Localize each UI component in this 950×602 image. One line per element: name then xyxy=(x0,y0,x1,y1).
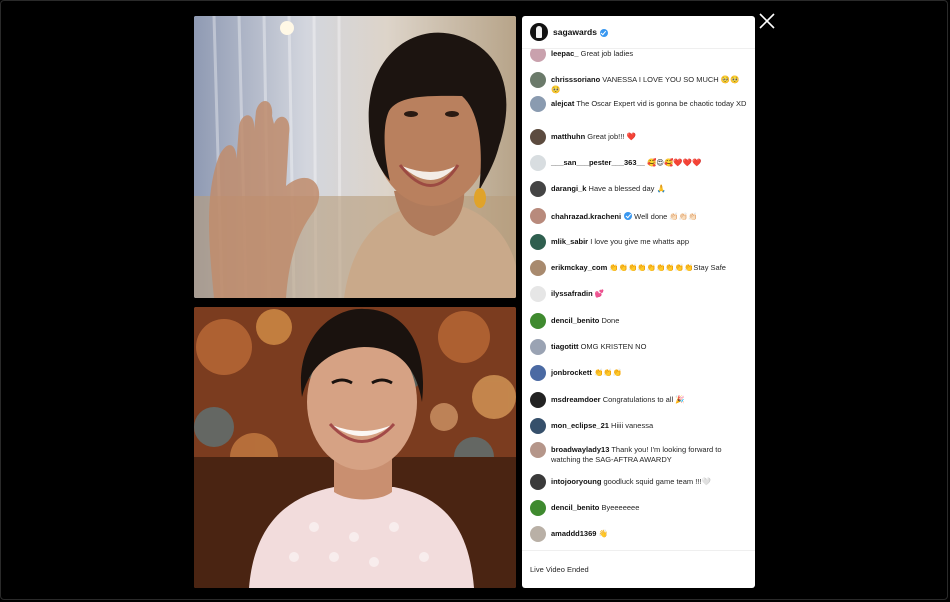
comment-text: 👏👏👏 xyxy=(593,368,622,377)
host-username[interactable]: sagawards xyxy=(553,27,597,37)
verified-badge-icon xyxy=(624,212,633,220)
comment-avatar[interactable] xyxy=(530,474,546,490)
comment-avatar[interactable] xyxy=(530,234,546,250)
comment-username[interactable]: matthuhn xyxy=(551,132,585,141)
comments-list[interactable]: leepac_ Great job ladies chrisssoriano V… xyxy=(522,49,755,551)
comment-avatar[interactable] xyxy=(530,181,546,197)
comment-username[interactable]: mlik_sabir xyxy=(551,237,588,246)
comment-username[interactable]: jonbrockett xyxy=(551,368,592,377)
comment-text: Great job!!! ❤️ xyxy=(587,132,636,141)
comment-text: Have a blessed day 🙏 xyxy=(588,184,666,193)
comment-username[interactable]: msdreamdoer xyxy=(551,395,601,404)
comment-avatar[interactable] xyxy=(530,365,546,381)
comment-item: leepac_ Great job ladies xyxy=(530,49,747,62)
comment-avatar[interactable] xyxy=(530,286,546,302)
comment-text: 🥰😍🥰❤️❤️❤️ xyxy=(646,158,702,167)
comment-avatar[interactable] xyxy=(530,339,546,355)
comment-username[interactable]: tiagotitt xyxy=(551,342,579,351)
comment-username[interactable]: intojooryoung xyxy=(551,477,601,486)
comment-avatar[interactable] xyxy=(530,500,546,516)
comment-item: jonbrockett 👏👏👏 xyxy=(530,365,747,381)
comment-username[interactable]: darangi_k xyxy=(551,184,586,193)
comment-username[interactable]: amaddd1369 xyxy=(551,529,596,538)
comment-item: mlik_sabir I love you give me whatts app xyxy=(530,234,747,250)
comment-avatar[interactable] xyxy=(530,392,546,408)
comment-username[interactable]: broadwaylady13 xyxy=(551,445,609,454)
comment-avatar[interactable] xyxy=(530,418,546,434)
comment-item: matthuhn Great job!!! ❤️ xyxy=(530,129,747,145)
comment-item: msdreamdoer Congratulations to all 🎉 xyxy=(530,392,747,408)
comment-avatar[interactable] xyxy=(530,96,546,112)
host-avatar[interactable] xyxy=(530,23,548,41)
live-status-footer: Live Video Ended xyxy=(522,550,755,588)
comment-username[interactable]: alejcat xyxy=(551,99,574,108)
comment-item: tiagotitt OMG KRISTEN NO xyxy=(530,339,747,355)
comment-text: Hiiii vanessa xyxy=(611,421,654,430)
comment-username[interactable]: ilyssafradin xyxy=(551,289,593,298)
comment-avatar[interactable] xyxy=(530,155,546,171)
comment-avatar[interactable] xyxy=(530,49,546,62)
comment-text: Done xyxy=(601,316,620,325)
video-feed-bottom xyxy=(194,307,516,588)
comment-text: I love you give me whatts app xyxy=(590,237,690,246)
comment-text: 👏👏👏👏👏👏👏👏👏Stay Safe xyxy=(609,263,726,272)
comment-avatar[interactable] xyxy=(530,442,546,458)
close-icon[interactable] xyxy=(758,12,776,30)
comment-username[interactable]: leepac_ xyxy=(551,49,579,58)
comment-item: ___san___pester___363__ 🥰😍🥰❤️❤️❤️ xyxy=(530,155,747,171)
video-feed-top xyxy=(194,16,516,298)
comment-text: 👋 xyxy=(598,529,608,538)
video-image-bottom xyxy=(194,307,516,588)
comment-text: Well done 👏🏻👏🏻👏🏻 xyxy=(634,212,698,221)
comment-item: dencil_benito Byeeeeeee xyxy=(530,500,747,516)
comment-text: Congratulations to all 🎉 xyxy=(602,395,685,404)
comment-username[interactable]: chahrazad.kracheni xyxy=(551,212,621,221)
comment-item: dencil_benito Done xyxy=(530,313,747,329)
comment-text: goodluck squid game team !!!🤍 xyxy=(603,477,711,486)
verified-badge-icon xyxy=(599,29,608,37)
comment-text: Great job ladies xyxy=(580,49,634,58)
live-status-text: Live Video Ended xyxy=(530,565,589,574)
comment-item: intojooryoung goodluck squid game team !… xyxy=(530,474,747,490)
comment-username[interactable]: chrisssoriano xyxy=(551,75,600,84)
comment-avatar[interactable] xyxy=(530,260,546,276)
comment-avatar[interactable] xyxy=(530,72,546,88)
comment-text: The Oscar Expert vid is gonna be chaotic… xyxy=(576,99,747,108)
video-image-top xyxy=(194,16,516,298)
comment-item: amaddd1369 👋 xyxy=(530,526,747,542)
comment-avatar[interactable] xyxy=(530,208,546,224)
comment-item: erikmckay_com 👏👏👏👏👏👏👏👏👏Stay Safe xyxy=(530,260,747,276)
comment-avatar[interactable] xyxy=(530,313,546,329)
comment-text: OMG KRISTEN NO xyxy=(580,342,647,351)
comment-item: mon_eclipse_21 Hiiii vanessa xyxy=(530,418,747,434)
comment-item: darangi_k Have a blessed day 🙏 xyxy=(530,181,747,197)
comment-item: alejcat The Oscar Expert vid is gonna be… xyxy=(530,96,747,112)
comment-item: chahrazad.kracheni Well done 👏🏻👏🏻👏🏻 xyxy=(530,208,747,224)
panel-header: sagawards xyxy=(522,16,755,49)
comment-username[interactable]: ___san___pester___363__ xyxy=(551,158,645,167)
comment-item: ilyssafradin 💕 xyxy=(530,286,747,302)
comment-text: Byeeeeeee xyxy=(601,503,640,512)
comments-panel: sagawards leepac_ Great job ladies chris… xyxy=(522,16,755,588)
comment-username[interactable]: dencil_benito xyxy=(551,503,599,512)
comment-text: 💕 xyxy=(594,289,605,298)
comment-avatar[interactable] xyxy=(530,129,546,145)
comment-username[interactable]: mon_eclipse_21 xyxy=(551,421,609,430)
comment-item: chrisssoriano VANESSA I LOVE YOU SO MUCH… xyxy=(530,72,747,94)
comment-avatar[interactable] xyxy=(530,526,546,542)
comment-username[interactable]: dencil_benito xyxy=(551,316,599,325)
comment-username[interactable]: erikmckay_com xyxy=(551,263,607,272)
comment-item: broadwaylady13 Thank you! I'm looking fo… xyxy=(530,442,747,464)
